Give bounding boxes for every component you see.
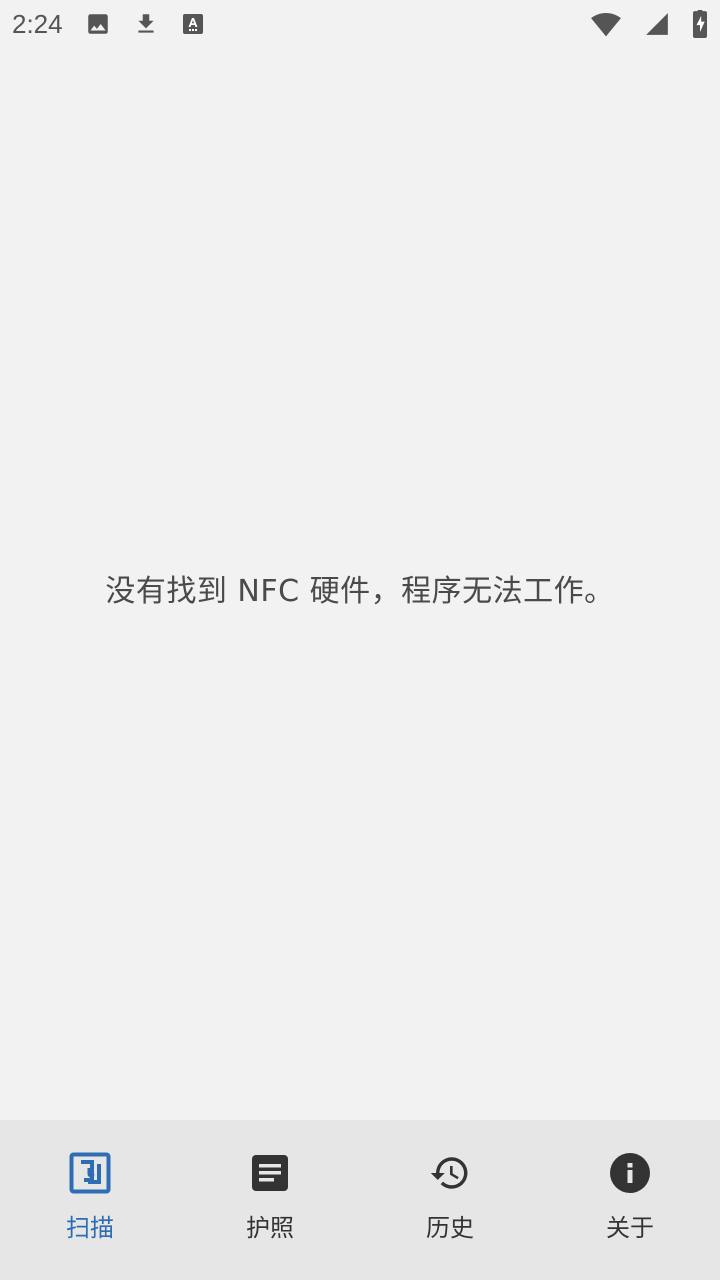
nav-label-passport: 护照 [246, 1214, 294, 1242]
battery-icon [692, 10, 708, 38]
bottom-navigation: 扫描 护照 历史 关于 [0, 1120, 720, 1280]
nav-label-about: 关于 [606, 1214, 654, 1242]
nav-item-scan[interactable]: 扫描 [0, 1120, 180, 1280]
status-right [590, 10, 708, 38]
font-icon [181, 12, 205, 36]
nfc-scan-icon [69, 1152, 111, 1194]
main-content: 没有找到 NFC 硬件，程序无法工作。 [0, 48, 720, 1120]
nav-label-history: 历史 [426, 1214, 474, 1242]
wifi-icon [590, 11, 622, 37]
nav-label-scan: 扫描 [66, 1214, 114, 1242]
screen: 2:24 没有找到 NFC 硬件，程序无法工作。 扫描 护照 历史 关于 [0, 0, 720, 1280]
nfc-unavailable-message: 没有找到 NFC 硬件，程序无法工作。 [105, 574, 615, 609]
download-icon [133, 11, 159, 37]
history-icon [428, 1152, 472, 1194]
passport-document-icon [249, 1152, 291, 1194]
status-left: 2:24 [12, 9, 205, 40]
status-time: 2:24 [12, 8, 63, 39]
signal-icon [644, 11, 670, 37]
info-icon [609, 1152, 651, 1194]
image-icon [85, 11, 111, 37]
nav-item-passport[interactable]: 护照 [180, 1120, 360, 1280]
nav-item-about[interactable]: 关于 [540, 1120, 720, 1280]
nav-item-history[interactable]: 历史 [360, 1120, 540, 1280]
status-bar: 2:24 [0, 0, 720, 48]
